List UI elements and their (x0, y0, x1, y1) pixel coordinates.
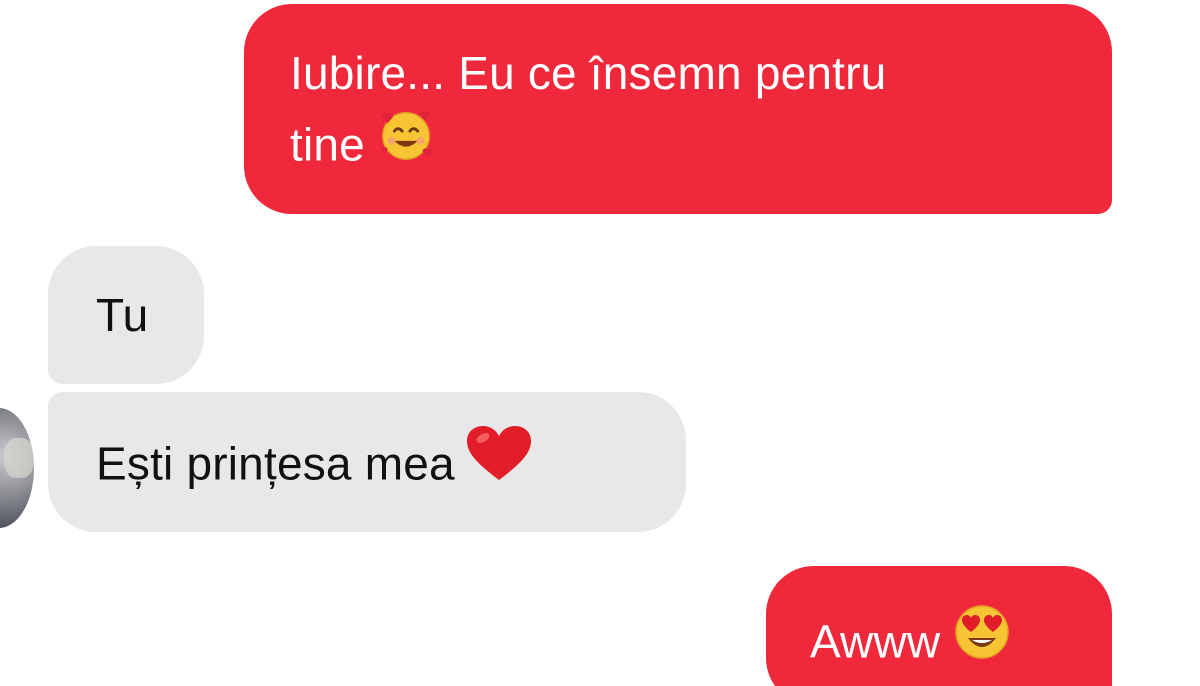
message-text: tine (290, 118, 365, 171)
message-bubble-received[interactable]: Ești prințesa mea (48, 392, 686, 532)
message-text: Awww (810, 615, 941, 668)
message-text: Tu (96, 289, 149, 341)
chat-thread: Iubire... Eu ce însemn pentru tine Tu Eș… (0, 0, 1200, 686)
contact-avatar[interactable] (0, 408, 34, 528)
message-bubble-sent[interactable]: Iubire... Eu ce însemn pentru tine (244, 4, 1112, 214)
message-text: Ești prințesa mea (96, 437, 455, 490)
red-heart-icon (465, 424, 533, 503)
message-bubble-received[interactable]: Tu (48, 246, 204, 384)
heart-eyes-icon (950, 600, 1014, 683)
message-bubble-sent[interactable]: Awww (766, 566, 1112, 686)
message-text-line-with-emoji: tine (290, 108, 1072, 189)
smiling-face-with-hearts-icon (375, 104, 437, 185)
message-text-line: Iubire... Eu ce însemn pentru (290, 47, 887, 99)
